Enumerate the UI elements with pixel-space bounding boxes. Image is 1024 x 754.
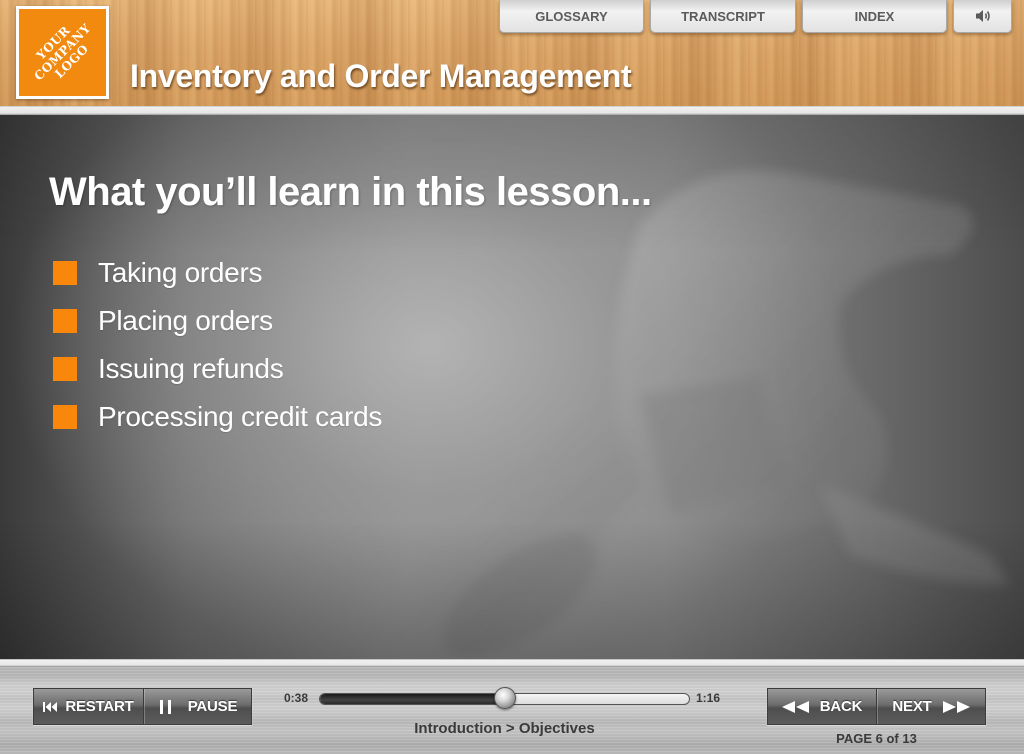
glossary-button[interactable]: GLOSSARY: [499, 0, 644, 33]
list-item-text: Taking orders: [98, 257, 263, 288]
list-item: Placing orders: [53, 297, 382, 345]
list-item: Issuing refunds: [53, 345, 382, 393]
seek-bar-progress: [320, 694, 505, 704]
transcript-button[interactable]: TRANSCRIPT: [650, 0, 796, 33]
pause-label: PAUSE: [187, 698, 238, 715]
audio-toggle-button[interactable]: [953, 0, 1012, 33]
bullet-square-icon: [53, 405, 77, 429]
list-item-text: Processing credit cards: [98, 401, 383, 432]
seek-handle[interactable]: [493, 687, 516, 709]
bullet-square-icon: [53, 261, 77, 285]
list-item-text: Placing orders: [98, 305, 273, 336]
page-navigation: BACK NEXT: [767, 688, 986, 725]
slide-heading: What you’ll learn in this lesson...: [49, 170, 652, 214]
index-button[interactable]: INDEX: [802, 0, 947, 33]
speaker-icon: [975, 10, 990, 22]
header-divider: [0, 106, 1024, 115]
back-arrow-icon: [781, 700, 809, 713]
back-button[interactable]: BACK: [768, 689, 876, 724]
player-controls-bar: RESTART PAUSE 0:38 1:16 Introduction > O…: [0, 667, 1024, 754]
pause-icon: [159, 699, 171, 714]
restart-button[interactable]: RESTART: [34, 689, 143, 724]
next-button[interactable]: NEXT: [876, 689, 985, 724]
next-arrow-icon: [942, 700, 970, 713]
logo-text: YOUR COMPANY LOGO: [31, 21, 94, 84]
restart-icon: [43, 701, 58, 712]
page-counter: PAGE 6 of 13: [836, 731, 917, 746]
next-label: NEXT: [892, 698, 932, 715]
list-item: Taking orders: [53, 249, 382, 297]
back-label: BACK: [819, 698, 863, 715]
elapsed-time: 0:38: [284, 691, 309, 705]
pause-button[interactable]: PAUSE: [143, 689, 251, 724]
footer-divider: [0, 659, 1024, 667]
header-bar: YOUR COMPANY LOGO Inventory and Order Ma…: [0, 0, 1024, 106]
list-item: Processing credit cards: [53, 393, 382, 441]
breadcrumb: Introduction > Objectives: [414, 720, 595, 737]
total-time: 1:16: [696, 691, 721, 705]
objectives-list: Taking orders Placing orders Issuing ref…: [53, 249, 382, 441]
list-item-text: Issuing refunds: [98, 353, 284, 384]
playback-controls: RESTART PAUSE: [33, 688, 252, 725]
slide-content: What you’ll learn in this lesson... Taki…: [0, 115, 1024, 659]
company-logo: YOUR COMPANY LOGO: [16, 6, 109, 99]
course-title: Inventory and Order Management: [130, 58, 632, 94]
bullet-square-icon: [53, 309, 77, 333]
restart-label: RESTART: [65, 698, 134, 715]
bullet-square-icon: [53, 357, 77, 381]
